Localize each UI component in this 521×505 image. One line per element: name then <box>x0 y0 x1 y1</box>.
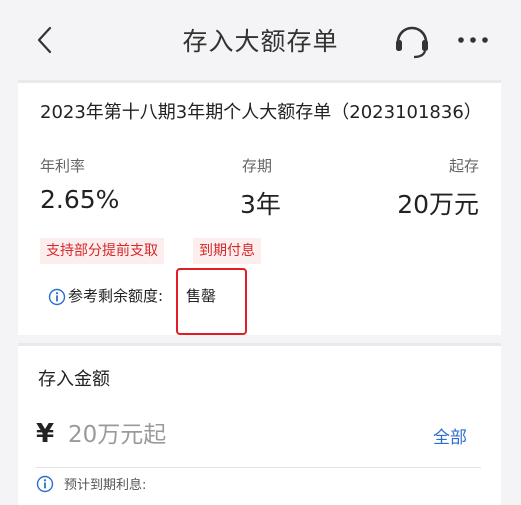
quota-label: 参考剩余额度: <box>68 287 164 305</box>
card-divider <box>18 80 501 83</box>
deposit-amount-title: 存入金额 <box>38 369 110 390</box>
info-icon[interactable] <box>36 475 54 493</box>
headset-icon <box>396 26 428 59</box>
input-divider <box>36 467 481 468</box>
min-label: 起存 <box>448 157 479 175</box>
more-button[interactable] <box>456 28 490 52</box>
min-value: 20万元 <box>397 190 479 219</box>
amount-input[interactable] <box>68 417 368 453</box>
more-icon <box>458 37 488 43</box>
highlight-annotation <box>176 268 247 335</box>
product-card: 2023年第十八期3年期个人大额存单（2023101836） 年利率 存期 起存… <box>18 80 501 335</box>
app-header: 存入大额存单 <box>0 0 521 80</box>
term-label: 存期 <box>242 157 273 175</box>
deposit-card: 存入金额 ¥ 全部 预计到期利息: <box>18 343 501 505</box>
page-title: 存入大额存单 <box>182 27 339 56</box>
all-amount-link[interactable]: 全部 <box>433 423 467 448</box>
currency-symbol: ¥ <box>36 419 55 449</box>
card-divider <box>18 343 501 346</box>
tag-early-withdrawal: 支持部分提前支取 <box>40 238 164 264</box>
rate-value: 2.65% <box>40 185 120 214</box>
interest-label: 预计到期利息: <box>64 478 147 493</box>
product-name: 2023年第十八期3年期个人大额存单（2023101836） <box>40 102 482 123</box>
term-value: 3年 <box>240 190 281 219</box>
rate-label: 年利率 <box>40 157 86 175</box>
tag-interest-at-maturity: 到期付息 <box>193 238 261 264</box>
info-icon[interactable] <box>48 288 66 306</box>
customer-service-button[interactable] <box>390 20 434 60</box>
